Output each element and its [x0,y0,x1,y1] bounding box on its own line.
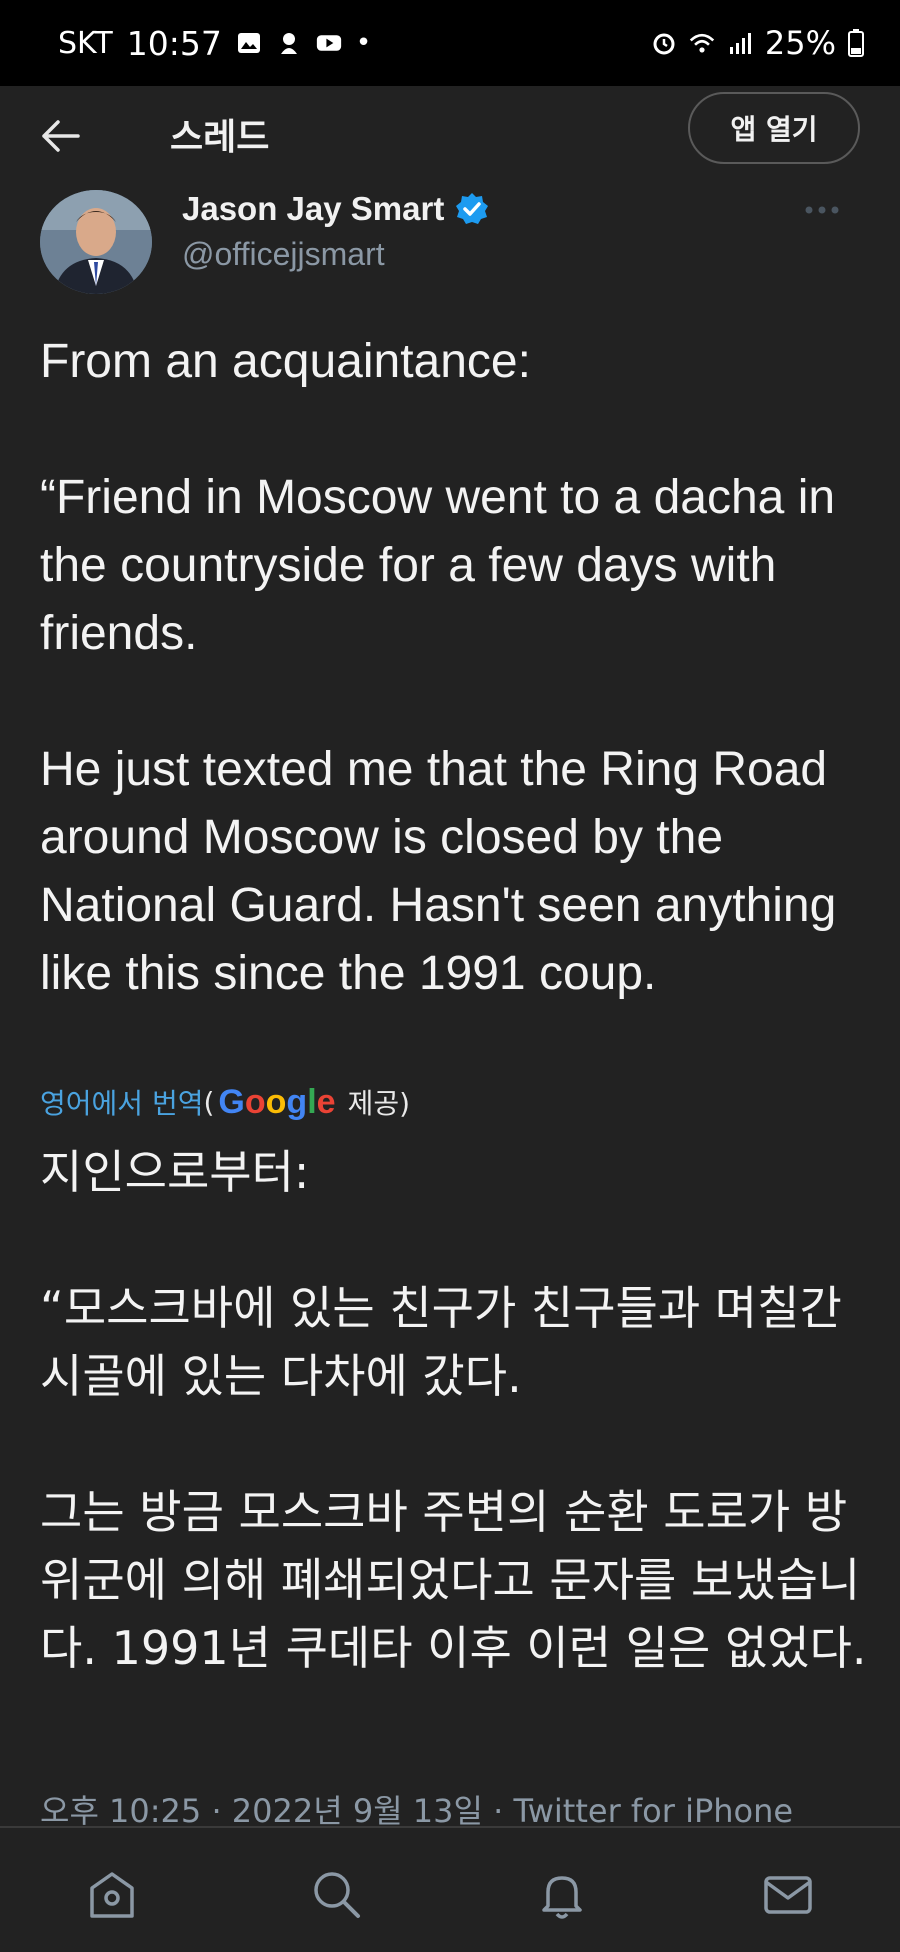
battery-percent: 25% [764,24,836,62]
top-navigation-bar: 스레드 앱 열기 [0,86,900,186]
author-name[interactable]: Jason Jay Smart [182,190,444,228]
gallery-icon [237,33,260,53]
messages-icon[interactable] [760,1866,816,1922]
open-app-button[interactable]: 앱 열기 [688,92,860,164]
bottom-tab-bar [0,1826,900,1952]
app-notification-icon [280,33,297,54]
tweet-author: Jason Jay Smart @officejjsmart [40,190,860,294]
clock: 10:57 [126,23,222,63]
carrier-label: SKT [58,25,113,61]
back-arrow-icon[interactable] [40,118,80,154]
tweet-text: From an acquaintance: “Friend in Moscow … [40,335,837,1000]
page-title: 스레드 [170,117,270,158]
translation-attribution: 영어에서 번역 ( Google 제공) [40,1082,410,1122]
alarm-icon [653,33,675,55]
battery-icon [848,29,864,57]
youtube-icon [316,35,341,51]
translated-tweet-text: 지인으로부터: “모스크바에 있는 친구가 친구들과 며칠간 시골에 있는 다차… [40,1145,867,1675]
home-icon[interactable] [84,1866,140,1922]
translation-provider-prefix: ( [203,1085,215,1119]
status-bar-right: 25% [651,24,864,62]
translate-link[interactable]: 영어에서 번역 [40,1082,203,1122]
signal-icon [729,33,751,54]
avatar[interactable] [40,190,152,294]
wifi-icon [689,33,715,53]
notifications-icon[interactable] [534,1866,590,1922]
author-name-row: Jason Jay Smart [182,190,490,228]
verified-badge-icon [456,193,489,224]
author-handle[interactable]: @officejjsmart [182,236,385,273]
more-options-icon[interactable] [804,204,840,216]
status-bar-left: SKT 10:57 • [58,24,371,63]
more-notifications-dot: • [355,28,372,58]
status-bar: SKT 10:57 • 25% [0,0,900,86]
google-logo: Google [218,1082,336,1121]
avatar-image [40,190,152,294]
search-icon[interactable] [308,1866,364,1922]
translation-provider-suffix: 제공) [347,1087,411,1120]
